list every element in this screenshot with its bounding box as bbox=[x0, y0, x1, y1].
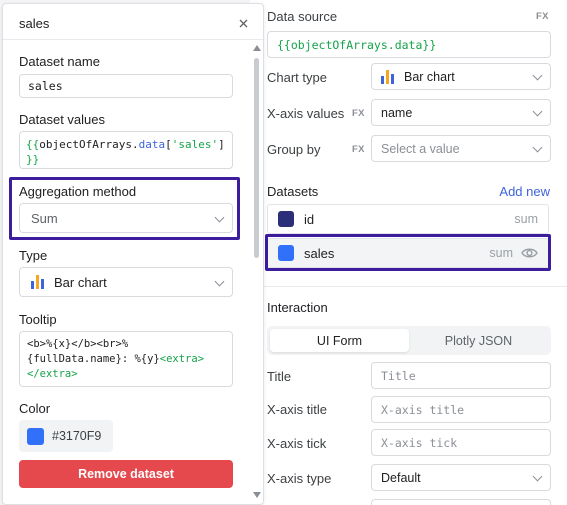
remove-dataset-button[interactable]: Remove dataset bbox=[19, 460, 233, 488]
x-axis-title-label: X-axis title bbox=[267, 402, 327, 417]
scrollbar[interactable] bbox=[250, 40, 263, 505]
next-field-input[interactable] bbox=[371, 499, 551, 505]
chevron-down-icon bbox=[532, 471, 543, 482]
tooltip-input[interactable]: <b>%{x}</b><br>% {fullData.name}: %{y}<e… bbox=[19, 331, 233, 387]
group-by-select[interactable]: Select a value bbox=[371, 135, 551, 162]
bar-chart-icon bbox=[381, 69, 394, 84]
dataset-name-input[interactable]: sales bbox=[19, 74, 233, 98]
chevron-down-icon bbox=[214, 276, 225, 287]
popover-title: sales bbox=[19, 16, 50, 31]
data-source-label: Data source bbox=[267, 9, 338, 24]
dataset-item-id[interactable]: id sum bbox=[267, 204, 549, 234]
aggregation-highlight-box bbox=[9, 177, 240, 240]
x-axis-values-select[interactable]: name bbox=[371, 99, 551, 126]
type-label: Type bbox=[19, 248, 48, 263]
color-swatch bbox=[27, 427, 44, 445]
tab-ui-form[interactable]: UI Form bbox=[270, 329, 409, 352]
dataset-name: id bbox=[304, 211, 315, 227]
type-select[interactable]: Bar chart bbox=[19, 267, 233, 297]
x-axis-type-label: X-axis type bbox=[267, 471, 332, 486]
add-new-dataset-link[interactable]: Add new bbox=[499, 184, 550, 199]
x-axis-tick-label: X-axis tick bbox=[267, 436, 327, 451]
type-value: Bar chart bbox=[54, 274, 107, 290]
dataset-editor-popover: sales Dataset name sales Dataset values … bbox=[2, 3, 264, 505]
chevron-down-icon bbox=[532, 70, 543, 81]
chevron-down-icon bbox=[532, 106, 543, 117]
x-axis-type-value: Default bbox=[381, 470, 421, 485]
data-source-input[interactable]: {{objectOfArrays.data}} bbox=[267, 31, 551, 58]
chart-type-select[interactable]: Bar chart bbox=[371, 63, 551, 90]
tooltip-label: Tooltip bbox=[19, 312, 57, 327]
dataset-color-swatch bbox=[278, 211, 294, 227]
interaction-tab-switcher: UI Form Plotly JSON bbox=[267, 326, 551, 355]
title-input[interactable]: Title bbox=[371, 362, 551, 389]
title-label: Title bbox=[267, 369, 292, 384]
close-icon[interactable] bbox=[239, 19, 248, 28]
popover-header-divider bbox=[3, 39, 263, 40]
color-label: Color bbox=[19, 401, 51, 416]
data-source-fx-toggle[interactable]: FX bbox=[536, 11, 549, 22]
dataset-values-input[interactable]: {{objectOfArrays.data['sales'] }} bbox=[19, 131, 233, 169]
x-axis-values-label: X-axis values bbox=[267, 106, 345, 121]
x-axis-values-value: name bbox=[381, 105, 413, 120]
dataset-aggregation: sum bbox=[514, 212, 538, 226]
x-axis-values-fx-toggle[interactable]: FX bbox=[352, 108, 365, 119]
x-axis-title-input[interactable]: X-axis title bbox=[371, 396, 551, 423]
dataset-values-label: Dataset values bbox=[19, 112, 105, 127]
group-by-placeholder: Select a value bbox=[381, 141, 460, 156]
chart-type-label: Chart type bbox=[267, 70, 327, 85]
dataset-highlight-box bbox=[265, 234, 551, 271]
scroll-down-icon[interactable] bbox=[253, 492, 261, 498]
chart-properties-panel: Data source FX {{objectOfArrays.data}} C… bbox=[250, 0, 567, 505]
group-by-label: Group by bbox=[267, 142, 321, 157]
bar-chart-icon bbox=[31, 275, 44, 289]
x-axis-type-select[interactable]: Default bbox=[371, 464, 551, 491]
dataset-name-label: Dataset name bbox=[19, 54, 100, 69]
tab-plotly-json[interactable]: Plotly JSON bbox=[409, 329, 548, 352]
datasets-heading: Datasets bbox=[267, 184, 319, 199]
chart-type-value: Bar chart bbox=[404, 69, 455, 84]
chevron-down-icon bbox=[532, 142, 543, 153]
section-divider bbox=[250, 286, 567, 287]
scrollbar-thumb[interactable] bbox=[254, 58, 259, 258]
color-picker[interactable]: #3170F9 bbox=[19, 420, 113, 452]
x-axis-tick-input[interactable]: X-axis tick bbox=[371, 429, 551, 456]
group-by-fx-toggle[interactable]: FX bbox=[352, 144, 365, 155]
interaction-heading: Interaction bbox=[267, 300, 328, 315]
color-value: #3170F9 bbox=[52, 429, 102, 443]
scroll-up-icon[interactable] bbox=[253, 45, 261, 51]
